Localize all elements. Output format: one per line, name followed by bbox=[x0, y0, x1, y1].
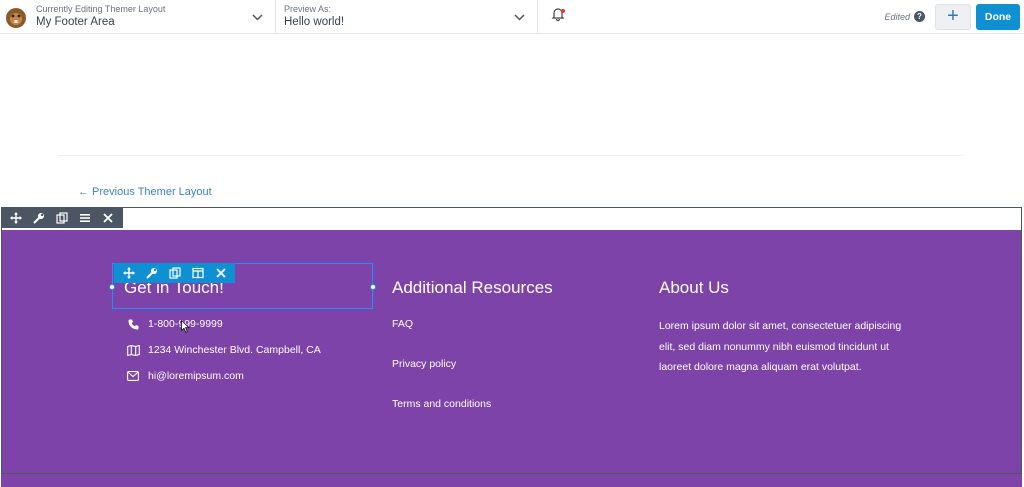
contact-email: hi@loremipsum.com bbox=[124, 370, 244, 382]
move-icon[interactable] bbox=[7, 209, 25, 227]
link-faq[interactable]: FAQ bbox=[392, 318, 413, 330]
about-paragraph: Lorem ipsum dolor sit amet, consectetuer… bbox=[659, 320, 902, 373]
wrench-icon[interactable] bbox=[143, 264, 161, 282]
module-toolbar bbox=[114, 263, 235, 283]
contact-phone: 1-800-999-9999 bbox=[124, 318, 223, 330]
notifications-button[interactable] bbox=[538, 0, 578, 33]
contact-address: 1234 Winchester Blvd. Campbell, CA bbox=[124, 344, 321, 356]
divider bbox=[58, 155, 964, 156]
previous-layout-link[interactable]: ← Previous Themer Layout bbox=[78, 186, 212, 198]
contact-address-text: 1234 Winchester Blvd. Campbell, CA bbox=[148, 344, 321, 356]
column-heading-about: About Us bbox=[659, 278, 729, 297]
layout-selector-label: Currently Editing Themer Layout bbox=[36, 3, 166, 14]
wrench-icon[interactable] bbox=[30, 209, 48, 227]
columns-icon[interactable] bbox=[189, 264, 207, 282]
contact-email-text[interactable]: hi@loremipsum.com bbox=[148, 370, 244, 382]
duplicate-icon[interactable] bbox=[166, 264, 184, 282]
chevron-down-icon bbox=[252, 10, 263, 24]
menu-icon[interactable] bbox=[76, 209, 94, 227]
done-button[interactable]: Done bbox=[976, 3, 1020, 30]
link-privacy-policy[interactable]: Privacy policy bbox=[392, 358, 456, 370]
chevron-down-icon bbox=[514, 10, 525, 24]
column-heading-resources: Additional Resources bbox=[392, 278, 553, 297]
beaver-logo-icon[interactable] bbox=[0, 0, 32, 33]
notification-badge bbox=[561, 9, 565, 13]
link-terms[interactable]: Terms and conditions bbox=[392, 398, 491, 410]
add-content-button[interactable]: + bbox=[935, 3, 971, 30]
preview-selector-label: Preview As: bbox=[284, 3, 332, 14]
preview-selector-value: Hello world! bbox=[284, 15, 345, 28]
resize-handle-left[interactable] bbox=[109, 284, 115, 290]
layout-selector-value: My Footer Area bbox=[36, 15, 115, 28]
resize-handle-right[interactable] bbox=[370, 284, 376, 290]
map-icon bbox=[124, 344, 142, 356]
layout-selector[interactable]: Currently Editing Themer Layout My Foote… bbox=[32, 0, 276, 33]
row-toolbar bbox=[1, 208, 123, 228]
preview-selector[interactable]: Preview As: Hello world! bbox=[276, 0, 538, 33]
help-icon[interactable]: ? bbox=[914, 11, 925, 22]
close-icon[interactable] bbox=[212, 264, 230, 282]
edited-status: Edited bbox=[884, 11, 910, 22]
phone-icon bbox=[124, 319, 142, 330]
move-icon[interactable] bbox=[120, 264, 138, 282]
builder-topbar: Currently Editing Themer Layout My Foote… bbox=[0, 0, 1024, 34]
mouse-cursor-icon bbox=[181, 319, 190, 338]
close-icon[interactable] bbox=[99, 209, 117, 227]
envelope-icon bbox=[124, 371, 142, 381]
duplicate-icon[interactable] bbox=[53, 209, 71, 227]
